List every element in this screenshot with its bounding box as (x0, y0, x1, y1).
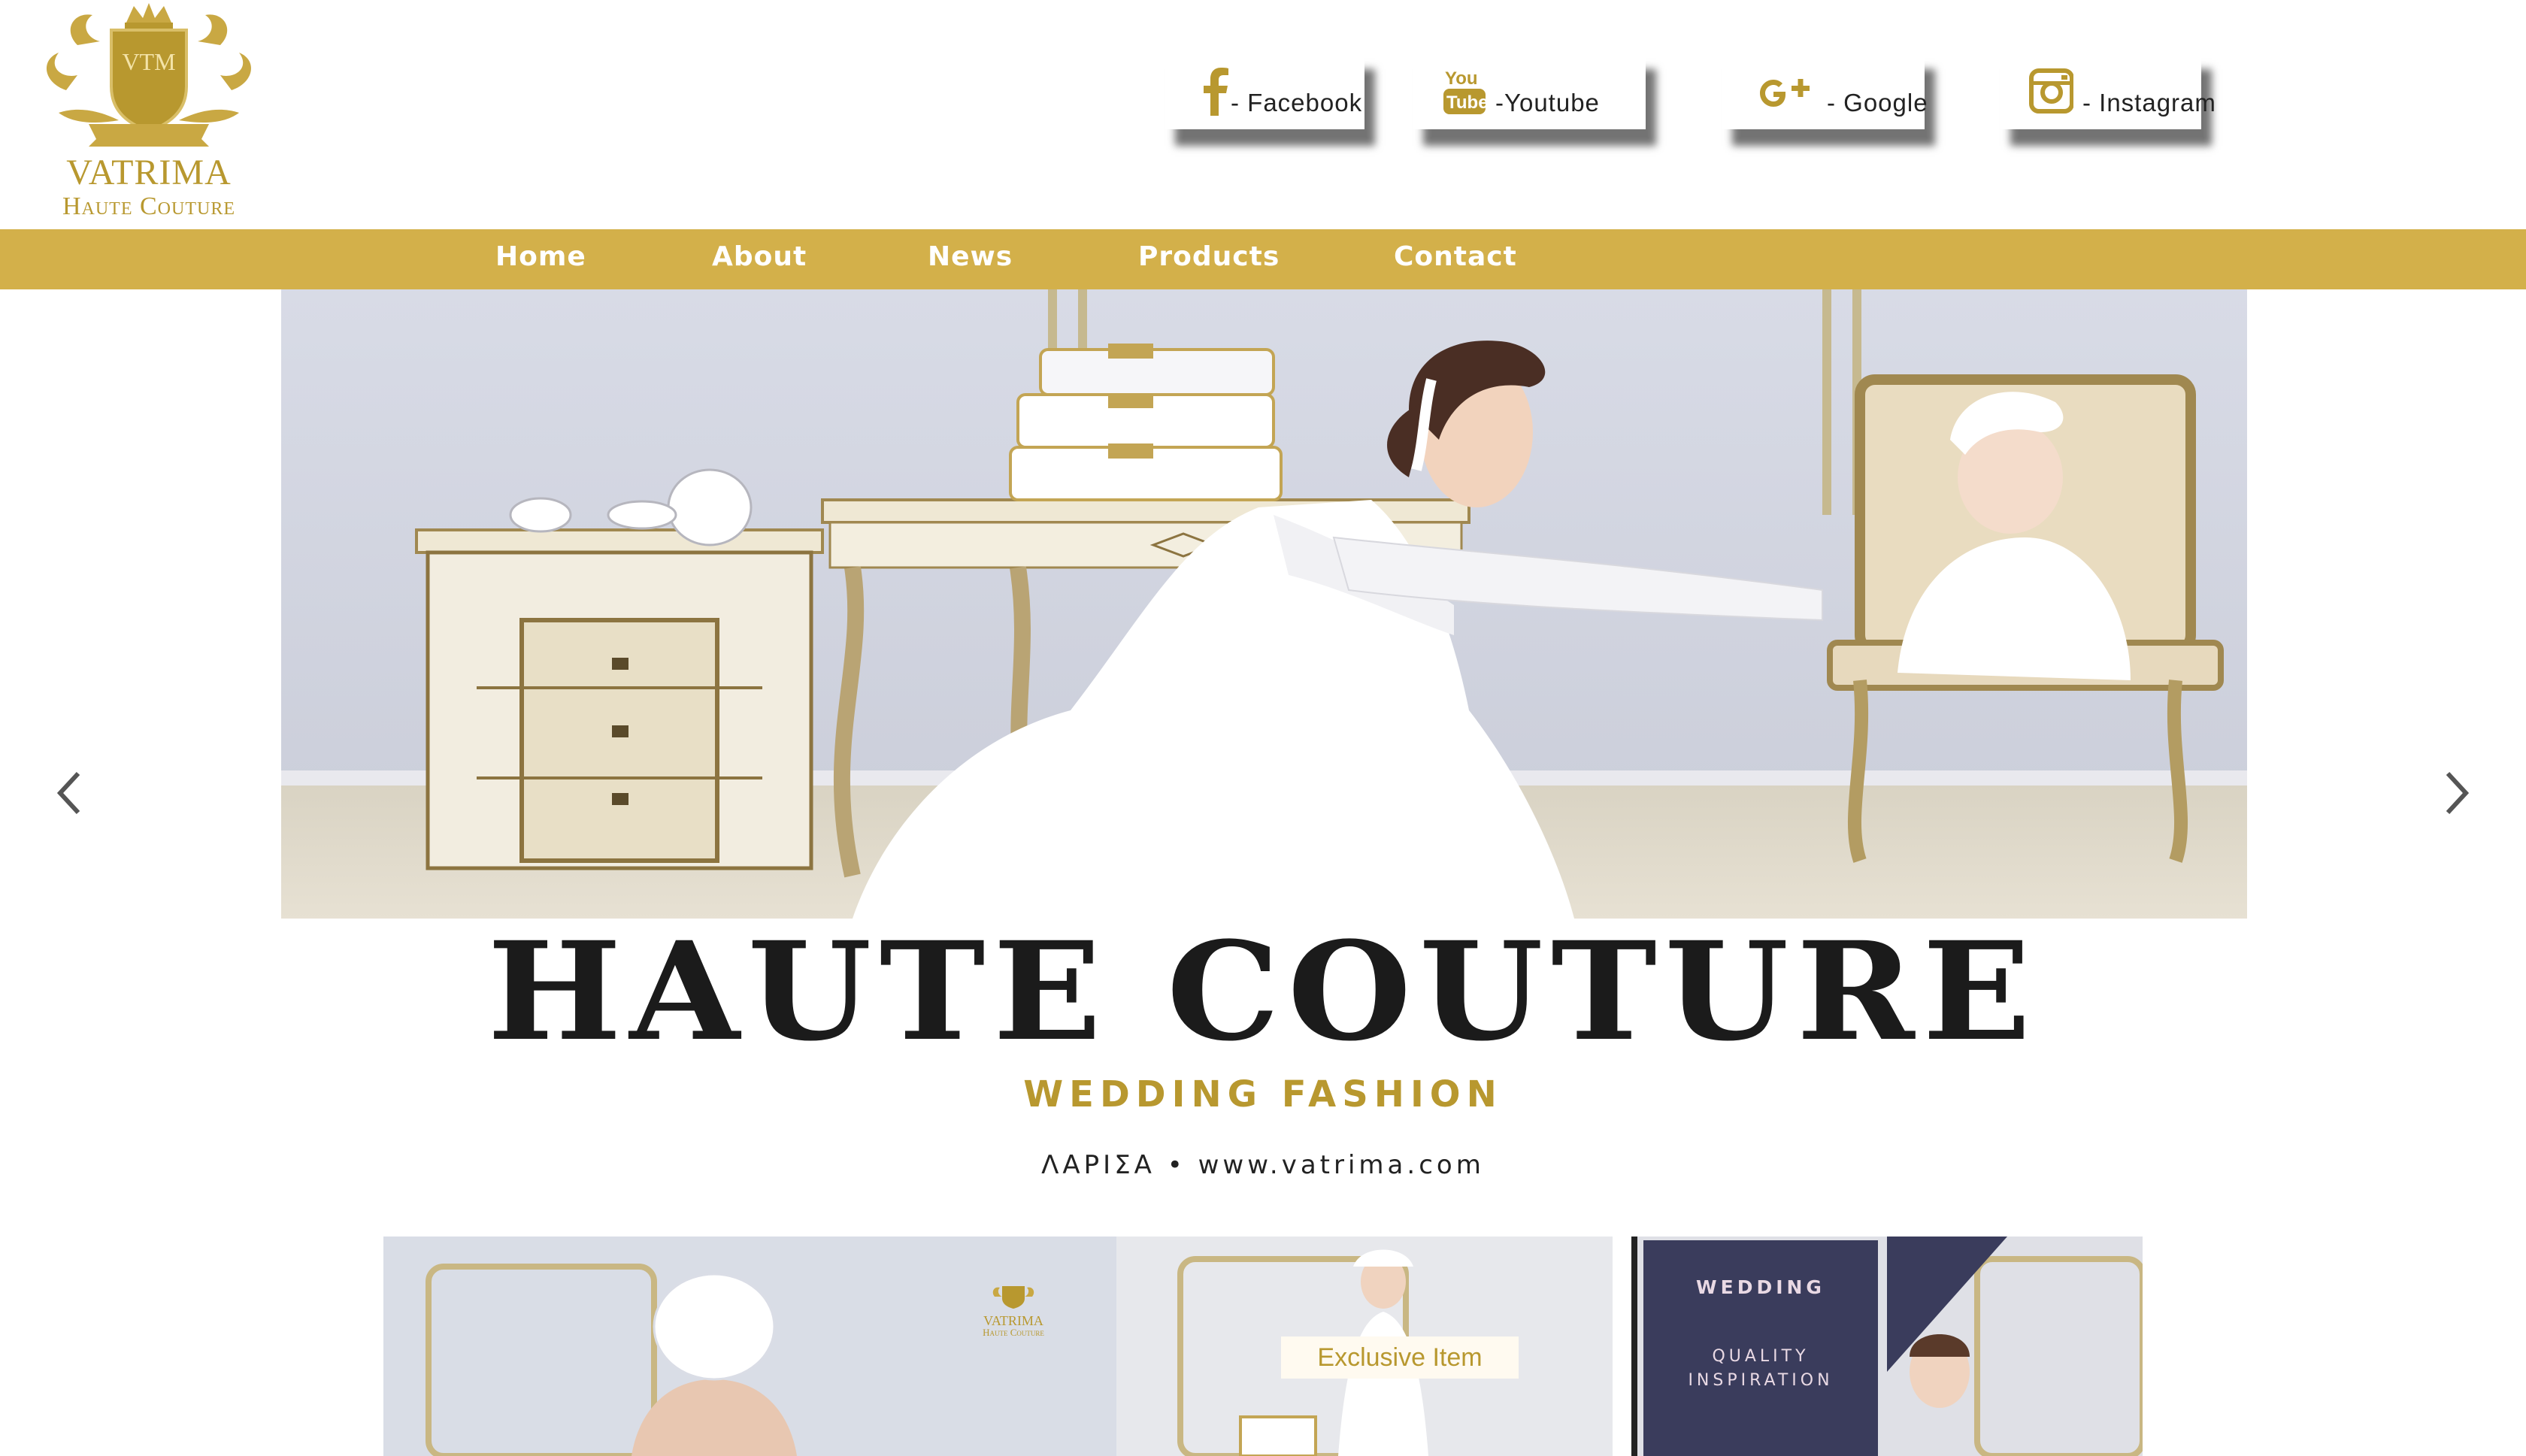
youtube-icon: You Tube (1443, 68, 1488, 114)
nav-products[interactable]: Products (1138, 241, 1280, 272)
nav-contact[interactable]: Contact (1394, 241, 1517, 272)
promo-title: WEDDING (1696, 1276, 1825, 1298)
nav-home[interactable]: Home (495, 241, 586, 272)
crest-icon (992, 1286, 1034, 1309)
strip-logo-name: VATRIMA (983, 1313, 1043, 1328)
google-label: - Google (1827, 89, 1928, 117)
logo-monogram: VTM (122, 48, 176, 75)
nav-news[interactable]: News (928, 241, 1013, 272)
instagram-link[interactable]: - Instagram (2000, 53, 2216, 129)
featured-strip: VATRIMA Haute Couture (383, 1237, 2143, 1456)
main-nav: Home About News Products Contact (0, 229, 2526, 289)
facebook-label: - Facebook (1231, 89, 1363, 117)
headline-title: HAUTE COUTURE (487, 913, 2039, 1071)
svg-text:You: You (1445, 68, 1478, 89)
google-link[interactable]: - Google (1722, 53, 1928, 129)
chevron-right-icon[interactable] (2442, 770, 2472, 816)
instagram-label: - Instagram (2082, 89, 2216, 117)
facebook-link[interactable]: - Facebook (1165, 53, 1364, 129)
youtube-label: -Youtube (1495, 89, 1600, 117)
google-plus-icon (1760, 79, 1810, 107)
logo-tagline: Haute Couture (62, 192, 236, 220)
strip-logo: VATRIMA Haute Couture (968, 1282, 1059, 1338)
promo-line-2: INSPIRATION (1688, 1371, 1834, 1390)
youtube-link[interactable]: You Tube -Youtube (1413, 53, 1646, 129)
wedding-promo-box[interactable]: WEDDING QUALITY INSPIRATION (1643, 1240, 1878, 1456)
headline-subtitle: WEDDING FASHION (1023, 1073, 1503, 1115)
promo-line-1: QUALITY (1712, 1347, 1810, 1366)
instagram-icon (2029, 68, 2073, 114)
hero-slide-image (281, 289, 2247, 919)
headline-location: ΛΑΡΙΣΑ • www.vatrima.com (1041, 1150, 1485, 1180)
logo-name: VATRIMA (66, 153, 232, 192)
nav-about[interactable]: About (712, 241, 807, 272)
site-logo[interactable]: VTM VATRIMA Haute Couture (36, 0, 262, 226)
chevron-left-icon[interactable] (54, 770, 84, 816)
strip-logo-tagline: Haute Couture (983, 1327, 1044, 1338)
svg-text:Tube: Tube (1446, 92, 1488, 113)
exclusive-item-badge[interactable]: Exclusive Item (1281, 1336, 1519, 1379)
